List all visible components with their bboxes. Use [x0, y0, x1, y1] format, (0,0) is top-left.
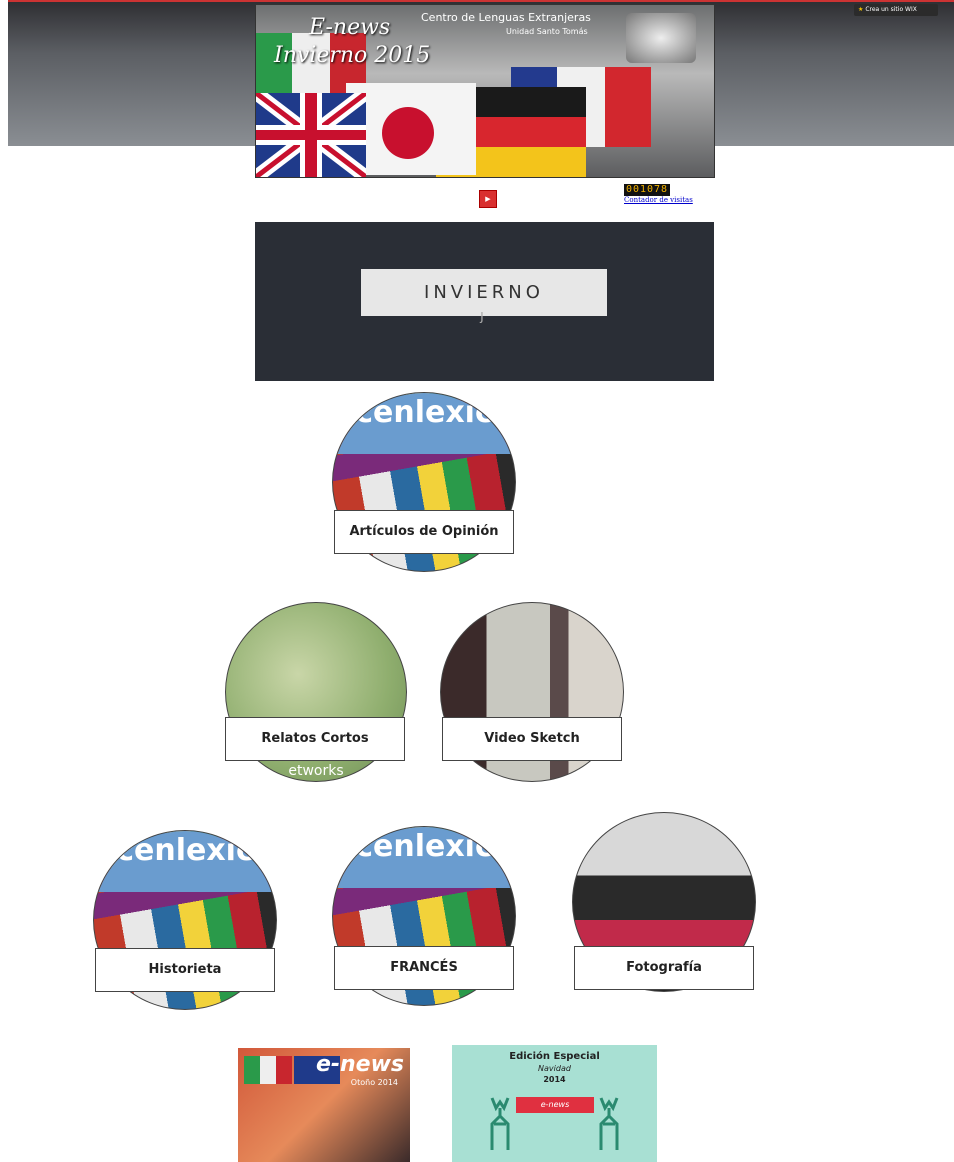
- banner-subtitle: Invierno 2015: [274, 43, 431, 68]
- image-text: cenlexic: [116, 833, 254, 868]
- christmas-2014-edition-thumbnail[interactable]: Edición Especial Navidad 2014 e-news: [452, 1045, 657, 1162]
- header-banner: E-news Invierno 2015 Centro de Lenguas E…: [255, 4, 715, 178]
- center-name: Centro de Lenguas Extranjeras: [421, 11, 591, 24]
- banner-title: E-news: [309, 15, 391, 40]
- photography-button[interactable]: Fotografía: [574, 946, 754, 990]
- visit-counter: 001078: [624, 184, 670, 196]
- autumn-2014-edition-thumbnail[interactable]: e-news Otoño 2014: [238, 1048, 410, 1162]
- star-icon: ★: [858, 6, 864, 13]
- play-button[interactable]: ▶: [479, 190, 497, 208]
- unit-name: Unidad Santo Tomás: [506, 27, 588, 36]
- video-sketch-button[interactable]: Video Sketch: [442, 717, 622, 761]
- create-wix-site-badge[interactable]: ★ Crea un sitio WIX: [854, 4, 938, 16]
- scroll-indicator: ȷ: [480, 308, 484, 324]
- deer-icon: [599, 1097, 619, 1150]
- french-button[interactable]: FRANCÉS: [334, 946, 514, 990]
- comic-button[interactable]: Historieta: [95, 948, 275, 992]
- edition-subtitle: Otoño 2014: [350, 1078, 398, 1087]
- visit-counter-link[interactable]: Contador de visitas: [624, 196, 693, 204]
- image-text: cenlexic: [355, 829, 493, 864]
- edition-title: Edición Especial: [509, 1051, 600, 1062]
- season-section: INVIERNO ȷ: [255, 222, 714, 381]
- season-button[interactable]: INVIERNO: [361, 269, 607, 316]
- edition-title: e-news: [315, 1052, 404, 1077]
- institution-logo-icon: [626, 13, 696, 63]
- image-text: etworks: [288, 763, 344, 779]
- uk-flag-icon: [256, 93, 366, 177]
- opinion-articles-button[interactable]: Artículos de Opinión: [334, 510, 514, 554]
- edition-subtitle: Navidad: [538, 1064, 571, 1073]
- edition-year: 2014: [543, 1075, 566, 1084]
- short-stories-button[interactable]: Relatos Cortos: [225, 717, 405, 761]
- deer-icon: [490, 1097, 510, 1150]
- edition-ribbon: e-news: [516, 1097, 594, 1113]
- wix-badge-label: Crea un sitio WIX: [865, 6, 917, 13]
- image-text: cenlexic: [355, 395, 493, 430]
